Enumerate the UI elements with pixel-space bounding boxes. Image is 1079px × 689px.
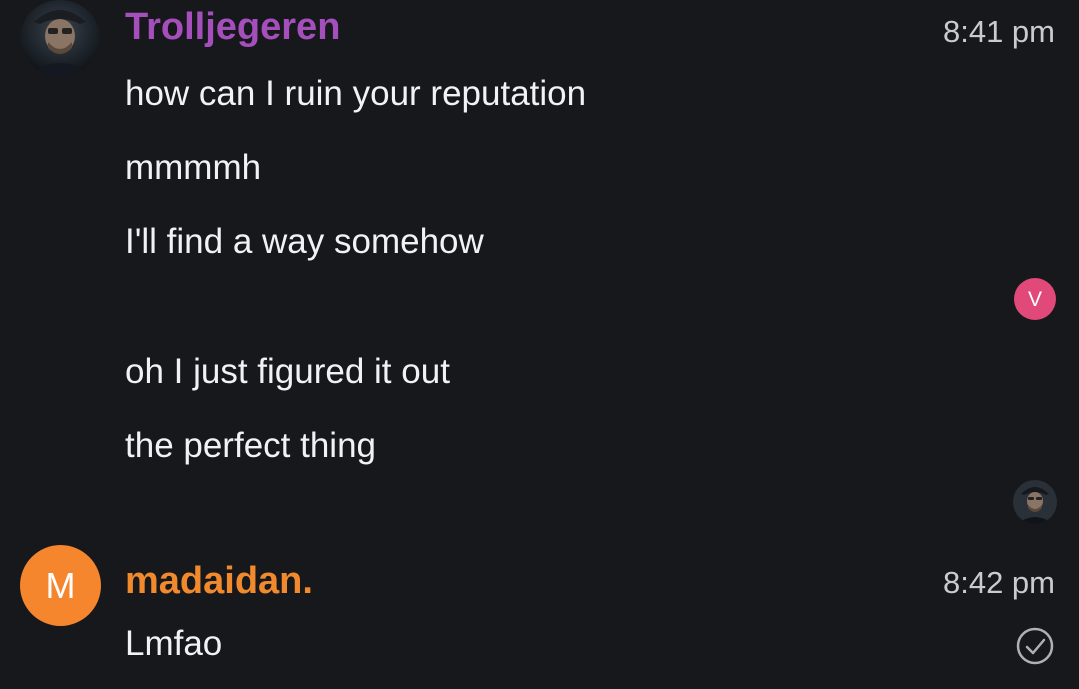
message-text[interactable]: the perfect thing bbox=[125, 428, 376, 463]
message-text[interactable]: mmmmh bbox=[125, 150, 261, 185]
user-avatar-madaidan[interactable]: M bbox=[20, 545, 101, 626]
message-text[interactable]: how can I ruin your reputation bbox=[125, 76, 586, 111]
read-receipt-avatar[interactable]: V bbox=[1014, 278, 1056, 320]
avatar-letter: M bbox=[45, 564, 76, 606]
message-text[interactable]: Lmfao bbox=[125, 626, 222, 661]
read-receipt-letter: V bbox=[1027, 287, 1042, 311]
read-receipt-avatar[interactable] bbox=[1013, 480, 1057, 524]
user-avatar-trolljegeren[interactable] bbox=[20, 0, 100, 76]
check-circle-icon bbox=[1015, 626, 1055, 666]
message-timestamp: 8:42 pm bbox=[942, 565, 1055, 600]
author-name[interactable]: madaidan. bbox=[125, 562, 313, 600]
author-name[interactable]: Trolljegeren bbox=[125, 8, 340, 46]
message-timestamp: 8:41 pm bbox=[942, 14, 1055, 49]
message-text[interactable]: I'll find a way somehow bbox=[125, 224, 484, 259]
message-text[interactable]: oh I just figured it out bbox=[125, 354, 450, 389]
chat-view: Trolljegeren 8:41 pm how can I ruin your… bbox=[0, 0, 1079, 689]
